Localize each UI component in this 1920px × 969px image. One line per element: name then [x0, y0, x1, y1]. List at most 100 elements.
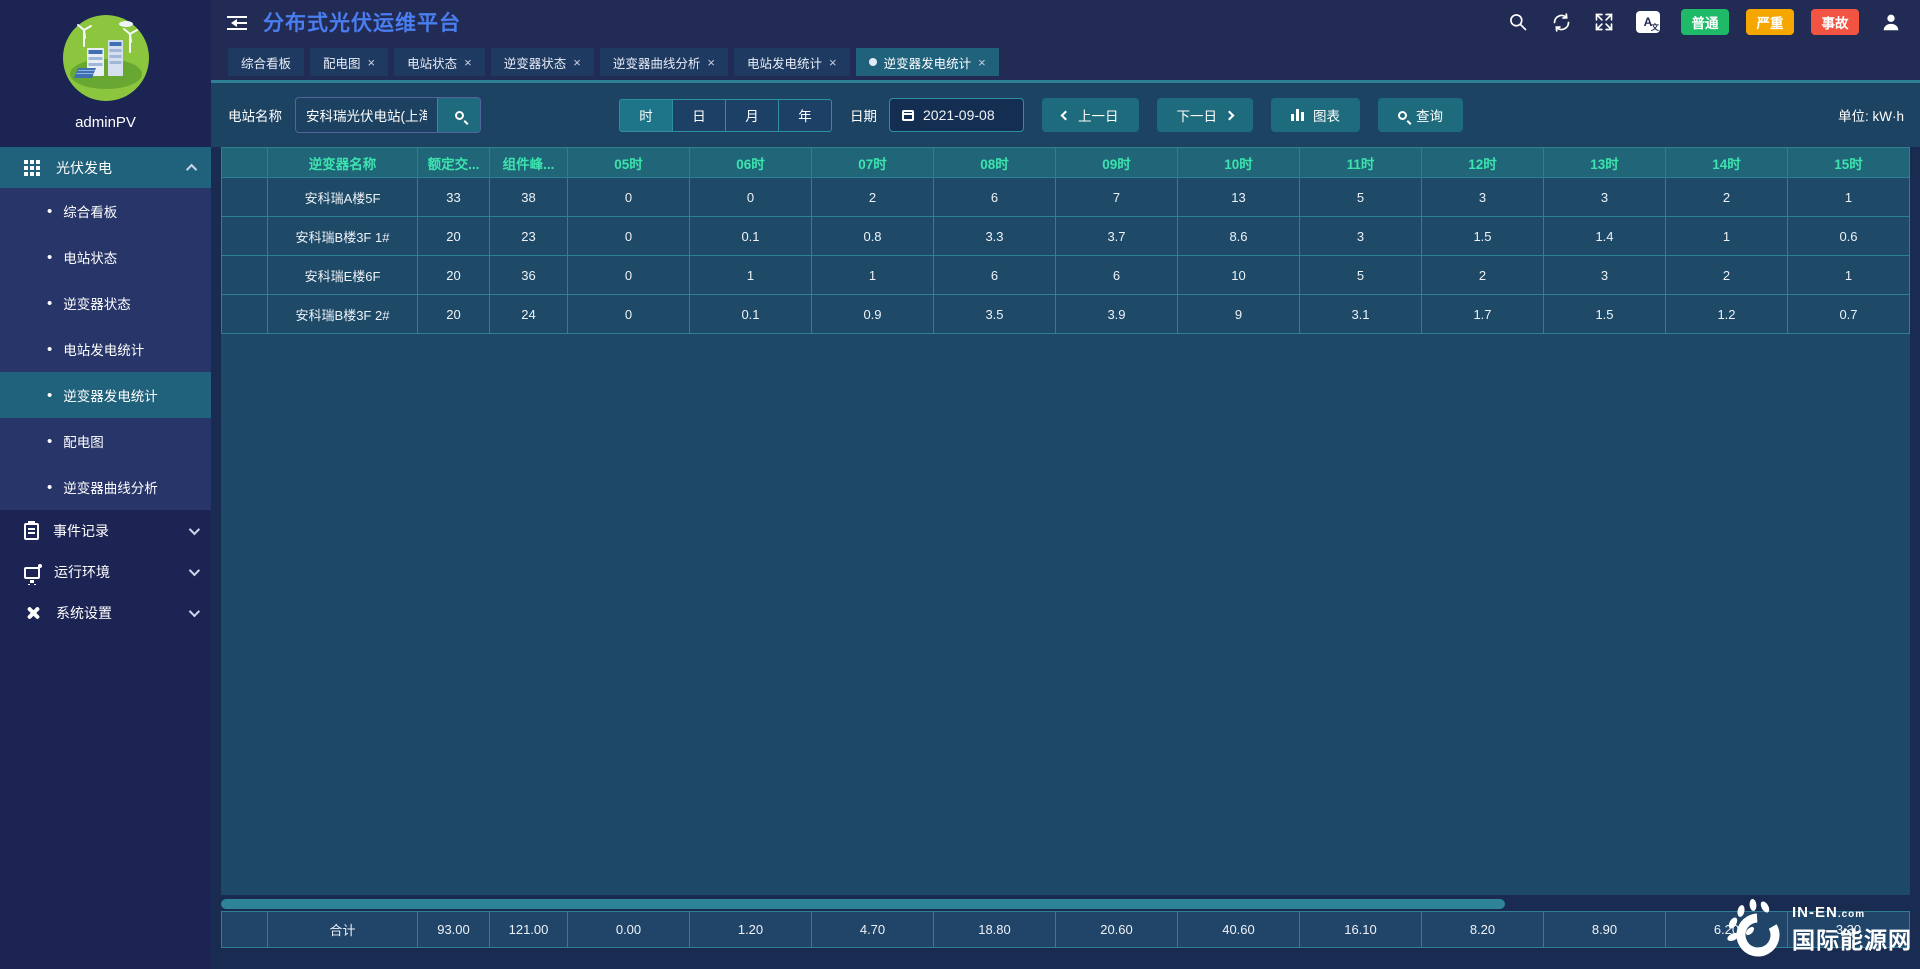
- period-button-年[interactable]: 年: [778, 99, 832, 132]
- value-cell: 2: [812, 178, 934, 217]
- close-tab-icon[interactable]: ×: [368, 56, 376, 69]
- hscrollbar-thumb[interactable]: [221, 899, 1505, 909]
- column-header: 逆变器名称: [268, 148, 418, 178]
- select-all-cell: [222, 148, 268, 178]
- value-cell: 1.2: [1666, 295, 1788, 334]
- tab-inverter-status[interactable]: 逆变器状态×: [491, 48, 594, 76]
- chevron-right-icon: [1225, 110, 1235, 120]
- value-cell: 7: [1056, 178, 1178, 217]
- tab-inverter-curve-analysis[interactable]: 逆变器曲线分析 ×: [600, 48, 728, 76]
- fullscreen-icon[interactable]: [1593, 11, 1615, 33]
- value-cell: 0.8: [812, 217, 934, 256]
- tab-label: 综合看板: [241, 53, 291, 72]
- totals-value-cell: 16.10: [1300, 912, 1422, 948]
- avatar-icon[interactable]: [1880, 11, 1902, 33]
- inverter-name-cell: 安科瑞E楼6F: [268, 256, 418, 295]
- search-icon[interactable]: [1507, 11, 1529, 33]
- badge-normal[interactable]: 普通: [1681, 9, 1729, 35]
- close-tab-icon[interactable]: ×: [464, 56, 472, 69]
- main-area: 分布式光伏运维平台: [211, 0, 1920, 969]
- close-tab-icon[interactable]: ×: [573, 56, 581, 69]
- badge-accident[interactable]: 事故: [1811, 9, 1859, 35]
- period-button-日[interactable]: 日: [672, 99, 726, 132]
- value-cell: 1.4: [1544, 217, 1666, 256]
- bullet-icon: •: [47, 433, 52, 450]
- close-tab-icon[interactable]: ×: [707, 56, 715, 69]
- logo: [0, 0, 211, 104]
- translate-icon[interactable]: A文: [1636, 11, 1660, 33]
- value-cell: 5: [1300, 178, 1422, 217]
- tab-label: 逆变器曲线分析: [613, 53, 701, 72]
- value-cell: 36: [490, 256, 568, 295]
- value-cell: 6: [934, 178, 1056, 217]
- watermark: IN-EN.com 国际能源网: [1720, 895, 1912, 963]
- sidebar-item-event-records[interactable]: 事件记录: [0, 510, 211, 551]
- username: adminPV: [0, 114, 211, 131]
- sidebar-item-pv-generation[interactable]: 光伏发电: [0, 147, 211, 188]
- topbar-actions: A文 普通严重事故: [1507, 9, 1902, 35]
- refresh-icon[interactable]: [1550, 11, 1572, 33]
- sidebar-subitem-label: 电站发电统计: [63, 339, 144, 359]
- tab-station-status[interactable]: 电站状态×: [394, 48, 485, 76]
- value-cell: 1: [1666, 217, 1788, 256]
- table-zone: 逆变器名称额定交...组件峰...05时06时07时08时09时10时11时12…: [211, 147, 1920, 969]
- tab-inverter-generation-stats[interactable]: 逆变器发电统计×: [856, 48, 999, 76]
- totals-row: 合计93.00121.000.001.204.7018.8020.6040.60…: [221, 911, 1910, 948]
- station-input-group: [295, 97, 481, 133]
- chart-button[interactable]: 图表: [1271, 98, 1360, 132]
- column-header: 额定交...: [418, 148, 490, 178]
- close-tab-icon[interactable]: ×: [829, 56, 837, 69]
- tab-distribution-diagram[interactable]: 配电图 ×: [310, 48, 388, 76]
- bullet-icon: •: [47, 203, 52, 220]
- sidebar-subitem-inverter-status[interactable]: •逆变器状态: [0, 280, 211, 326]
- totals-value-cell: 93.00: [418, 912, 490, 948]
- value-cell: 20: [418, 256, 490, 295]
- value-cell: 20: [418, 295, 490, 334]
- sidebar-subitem-label: 综合看板: [63, 201, 117, 221]
- sidebar-subitem-label: 逆变器曲线分析: [63, 477, 158, 497]
- sidebar-subitem-overview-board[interactable]: • 综合看板: [0, 188, 211, 234]
- period-button-月[interactable]: 月: [725, 99, 779, 132]
- totals-value-cell: 18.80: [934, 912, 1056, 948]
- column-header: 08时: [934, 148, 1056, 178]
- sidebar-subitem-label: 逆变器发电统计: [63, 385, 158, 405]
- tab-label: 配电图: [323, 53, 361, 72]
- badge-severe[interactable]: 严重: [1746, 9, 1794, 35]
- horizontal-scrollbar[interactable]: [221, 897, 1910, 911]
- inverter-name-cell: 安科瑞A楼5F: [268, 178, 418, 217]
- value-cell: 0.1: [690, 217, 812, 256]
- prev-day-button[interactable]: 上一日: [1042, 98, 1139, 132]
- column-header: 11时: [1300, 148, 1422, 178]
- table-row: 安科瑞A楼5F3338002671353321: [222, 178, 1910, 217]
- station-name-input[interactable]: [296, 98, 437, 132]
- column-header: 13时: [1544, 148, 1666, 178]
- sidebar-subitem-inverter-generation-stats[interactable]: • 逆变器发电统计: [0, 372, 211, 418]
- collapse-menu-icon[interactable]: [227, 15, 247, 31]
- chevron-left-icon: [1061, 110, 1071, 120]
- sidebar-subitem-station-status[interactable]: •电站状态: [0, 234, 211, 280]
- column-header: 15时: [1788, 148, 1910, 178]
- sidebar-subitem-inverter-curve-analysis[interactable]: •逆变器曲线分析: [0, 464, 211, 510]
- period-button-时[interactable]: 时: [619, 99, 673, 132]
- sidebar-subitem-station-generation-stats[interactable]: •电站发电统计: [0, 326, 211, 372]
- chevron-down-icon: [189, 523, 200, 534]
- station-search-button[interactable]: [437, 98, 480, 132]
- date-picker[interactable]: 2021-09-08: [889, 98, 1024, 132]
- sidebar-item-runtime-environment[interactable]: 运行环境: [0, 551, 211, 592]
- sidebar-subitem-distribution-diagram[interactable]: •配电图: [0, 418, 211, 464]
- sidebar-item-label: 光伏发电: [56, 158, 189, 178]
- value-cell: 33: [418, 178, 490, 217]
- sidebar-item-system-settings[interactable]: 系统设置: [0, 592, 211, 633]
- query-button[interactable]: 查询: [1378, 98, 1463, 132]
- bar-chart-icon: [1291, 109, 1304, 121]
- bullet-icon: •: [47, 387, 52, 404]
- tab-station-generation-stats[interactable]: 电站发电统计×: [734, 48, 850, 76]
- active-tab-dot-icon: [869, 58, 877, 66]
- sidebar-item-label: 系统设置: [56, 603, 189, 623]
- close-tab-icon[interactable]: ×: [978, 56, 986, 69]
- next-day-button[interactable]: 下一日: [1157, 98, 1254, 132]
- inverter-stats-table: 逆变器名称额定交...组件峰...05时06时07时08时09时10时11时12…: [221, 147, 1910, 895]
- tab-overview-board[interactable]: 综合看板: [228, 48, 304, 76]
- value-cell: 1.7: [1422, 295, 1544, 334]
- station-name-label: 电站名称: [228, 105, 282, 125]
